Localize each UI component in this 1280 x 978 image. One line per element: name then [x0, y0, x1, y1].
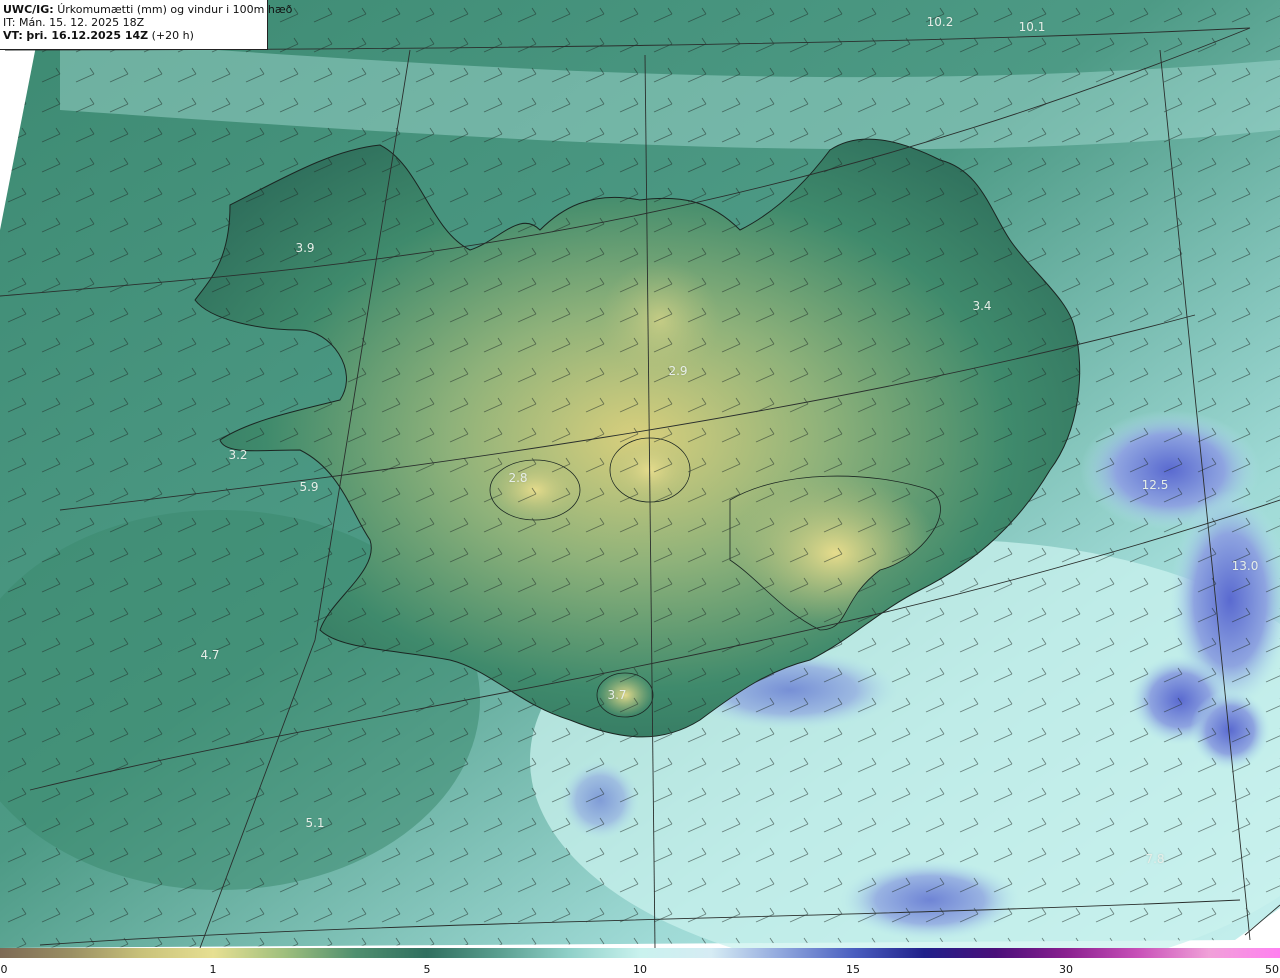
model-label: UWC/IG: [3, 3, 54, 16]
colorbar-tick: 5 [423, 963, 431, 976]
value-label: 7.8 [1145, 852, 1165, 866]
valid-time: þri. 16.12.2025 14Z [26, 29, 149, 42]
valid-time-line: VT: þri. 16.12.2025 14Z (+20 h) [3, 29, 267, 42]
map-title: Úrkomumætti (mm) og vindur i 100m hæð [57, 3, 293, 16]
value-label: 5.1 [305, 816, 325, 830]
value-label: 3.4 [972, 299, 992, 313]
map-info-box: UWC/IG: Úrkomumætti (mm) og vindur i 100… [0, 0, 292, 50]
colorbar-tick: 15 [846, 963, 860, 976]
colorbar-tick: 0 [0, 963, 8, 976]
valid-prefix: VT: [3, 29, 23, 42]
wind-barbs [0, 0, 1280, 948]
value-label: 3.2 [228, 448, 248, 462]
value-label: 3.7 [607, 688, 627, 702]
title-line: UWC/IG: Úrkomumætti (mm) og vindur i 100… [3, 3, 292, 16]
colorbar [0, 948, 1280, 958]
value-label: 10.1 [1018, 20, 1046, 34]
value-label: 10.2 [926, 15, 954, 29]
value-label: 2.9 [668, 364, 688, 378]
value-label: 4.7 [200, 648, 220, 662]
value-label: 5.9 [299, 480, 319, 494]
forecast-offset: (+20 h) [151, 29, 194, 42]
map [0, 0, 1280, 948]
colorbar-tick: 1 [209, 963, 217, 976]
colorbar-tick: 10 [633, 963, 647, 976]
colorbar-tick: 30 [1059, 963, 1073, 976]
colorbar-tick: 50 [1265, 963, 1279, 976]
init-time: IT: Mán. 15. 12. 2025 18Z [3, 16, 145, 29]
value-label: 3.9 [295, 241, 315, 255]
value-label: 13.0 [1231, 559, 1259, 573]
value-label: 12.5 [1141, 478, 1169, 492]
value-label: 2.8 [508, 471, 528, 485]
